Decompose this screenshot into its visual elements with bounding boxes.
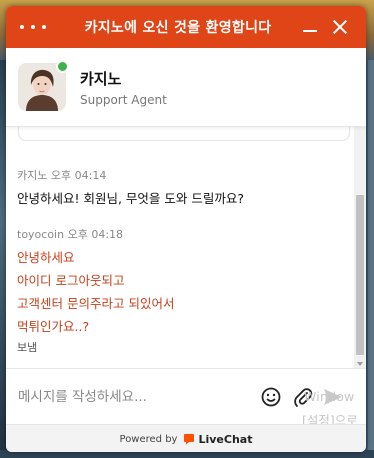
message-text: 안녕하세요! 회원님, 무엇을 도와 드릴까요? bbox=[17, 191, 245, 206]
previous-message-bubble bbox=[18, 127, 350, 141]
message-time: 오후 04:14 bbox=[50, 169, 107, 182]
message-meta: 카지노 오후 04:14 bbox=[17, 167, 244, 183]
message-time: 오후 04:18 bbox=[67, 228, 124, 241]
agent-card: 카지노 Support Agent bbox=[6, 48, 366, 127]
message-meta: toyocoin 오후 04:18 bbox=[17, 226, 174, 242]
message-line: 먹튀인가요..? bbox=[17, 319, 90, 334]
menu-dots-icon[interactable] bbox=[20, 17, 46, 37]
chat-transcript[interactable]: 카지노 오후 04:14 안녕하세요! 회원님, 무엇을 도와 드릴까요? to… bbox=[6, 127, 366, 369]
send-arrow-icon[interactable] bbox=[322, 386, 344, 408]
scroll-down-arrow-icon[interactable] bbox=[357, 362, 363, 366]
online-status-dot bbox=[56, 60, 69, 73]
chat-widget: 카지노에 오신 것을 환영합니다 카지노 Support Agent 카지노 오… bbox=[6, 6, 366, 452]
message-status: 보냄 bbox=[17, 341, 38, 354]
agent-avatar-wrap bbox=[18, 60, 69, 111]
message-input[interactable] bbox=[18, 385, 254, 409]
powered-by-label: Powered by bbox=[119, 433, 178, 445]
window-title: 카지노에 오신 것을 환영합니다 bbox=[84, 20, 272, 36]
close-icon[interactable] bbox=[330, 17, 350, 37]
message-composer: Window bbox=[6, 368, 366, 424]
scrollbar-thumb[interactable] bbox=[356, 195, 364, 355]
background-page-right bbox=[368, 60, 374, 458]
message-line: 고객센터 문의주라고 되있어서 bbox=[17, 296, 175, 311]
agent-role: Support Agent bbox=[80, 92, 167, 107]
user-message: toyocoin 오후 04:18 안녕하세요 아이디 로그아웃되고 고객센터 … bbox=[17, 226, 174, 355]
paperclip-icon[interactable] bbox=[292, 386, 314, 408]
message-author: 카지노 bbox=[17, 169, 48, 182]
agent-message: 카지노 오후 04:14 안녕하세요! 회원님, 무엇을 도와 드릴까요? bbox=[17, 167, 244, 210]
livechat-logo-icon bbox=[184, 434, 195, 445]
livechat-brand-name: LiveChat bbox=[198, 432, 253, 446]
chat-scrollbar[interactable] bbox=[354, 127, 366, 369]
agent-name: 카지노 bbox=[80, 69, 122, 88]
powered-by-footer[interactable]: Powered by LiveChat bbox=[6, 424, 366, 452]
emoji-icon[interactable] bbox=[260, 386, 282, 408]
message-author: toyocoin bbox=[17, 228, 65, 241]
minimize-icon[interactable] bbox=[300, 17, 320, 37]
message-line: 아이디 로그아웃되고 bbox=[17, 273, 125, 288]
agent-info: 카지노 Support Agent bbox=[80, 68, 167, 107]
title-bar: 카지노에 오신 것을 환영합니다 bbox=[6, 6, 366, 48]
message-line: 안녕하세요 bbox=[17, 250, 75, 265]
